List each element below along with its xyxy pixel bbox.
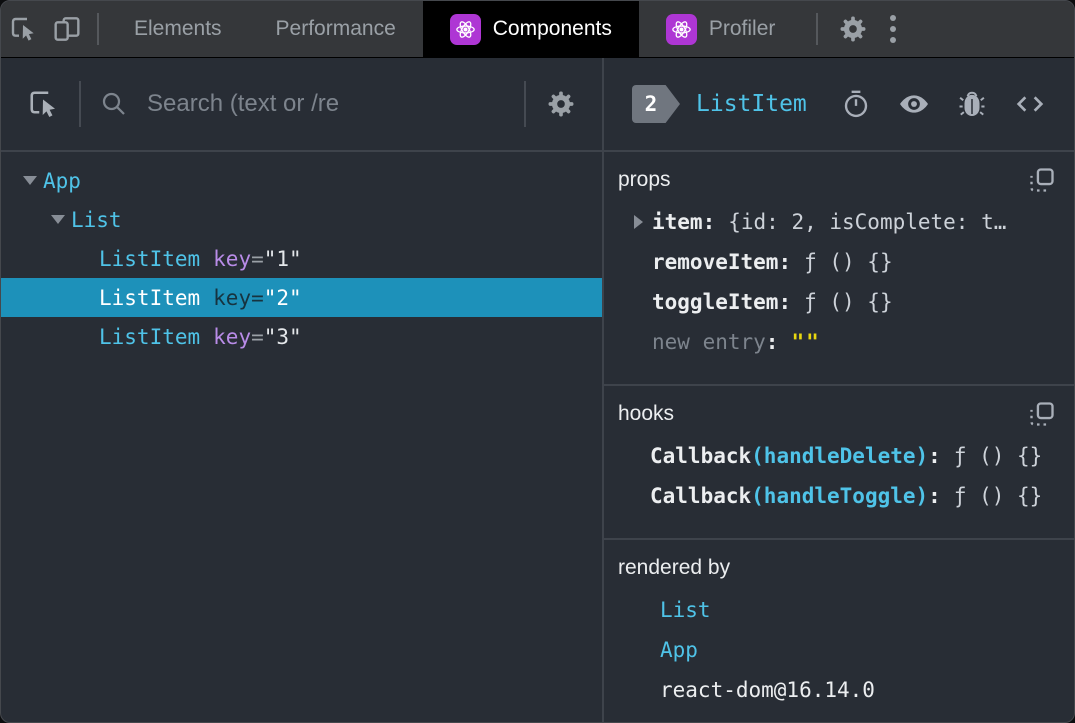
hook-arg: (handleToggle) [751, 484, 929, 508]
device-toolbar-icon[interactable] [45, 1, 89, 57]
tree-settings-gear-icon[interactable] [544, 87, 578, 121]
tab-components[interactable]: Components [422, 1, 639, 57]
search-box [99, 89, 506, 119]
owner-link[interactable]: List [660, 598, 711, 622]
colon: : [702, 210, 716, 234]
hooks-section-title: hooks [618, 402, 675, 425]
inspect-element-icon[interactable] [1, 1, 45, 57]
tab-label: Components [492, 17, 612, 40]
copy-props-icon[interactable] [1028, 166, 1056, 194]
inspected-element-header: 2 ListItem [604, 58, 1074, 152]
key-attr-name: key [213, 285, 252, 310]
component-name: App [43, 168, 81, 193]
tab-label: Performance [275, 17, 396, 40]
toolbar-separator [816, 13, 819, 45]
equals-sign: = [251, 324, 264, 349]
key-attr-name: key [213, 246, 252, 271]
devtools-tab-bar: Elements Performance Components Profiler [1, 1, 1074, 58]
hook-name: Callback [650, 444, 752, 468]
tab-label: Profiler [708, 17, 776, 40]
tree-row-app[interactable]: App [1, 161, 602, 200]
component-name: List [71, 207, 122, 232]
expand-arrow-icon[interactable] [624, 215, 652, 229]
selected-component-title: ListItem [696, 91, 807, 117]
toolbar-separator [524, 81, 526, 127]
rendered-by-section: rendered by List App react-dom@16.14.0 [604, 540, 1074, 722]
tree-row-list[interactable]: List [1, 200, 602, 239]
tree-row-listitem-3[interactable]: ListItem key = "3" [1, 317, 602, 356]
copy-hooks-icon[interactable] [1028, 400, 1056, 428]
hook-name: Callback [650, 484, 752, 508]
hook-value: ƒ () {} [953, 444, 1043, 468]
prop-row-item[interactable]: item: {id: 2, isComplete: t… [604, 202, 1074, 242]
collapse-caret-icon[interactable] [45, 215, 71, 224]
new-entry-key-input[interactable]: new entry [652, 330, 766, 354]
new-entry-value-input[interactable]: "" [791, 330, 820, 354]
search-input[interactable] [147, 90, 506, 118]
rendered-by-title: rendered by [618, 556, 731, 579]
prop-row-toggleitem[interactable]: toggleItem: ƒ () {} [604, 282, 1074, 322]
suspend-stopwatch-icon[interactable] [841, 89, 871, 119]
toolbar-separator [97, 13, 99, 45]
key-attr-value: "3" [263, 324, 302, 349]
props-section: props item: {id: 2, isComplete: t… remov… [604, 152, 1074, 386]
hooks-section: hooks Callback (handleDelete): ƒ () {} Ca… [604, 386, 1074, 540]
settings-gear-icon[interactable] [826, 12, 880, 46]
prop-row-removeitem[interactable]: removeItem: ƒ () {} [604, 242, 1074, 282]
colon: : [928, 484, 941, 508]
rendered-by-list[interactable]: List [604, 590, 1074, 630]
prop-value: ƒ () {} [804, 250, 893, 274]
view-source-code-icon[interactable] [1014, 88, 1046, 120]
hook-value: ƒ () {} [953, 484, 1043, 508]
hook-row-handledelete[interactable]: Callback (handleDelete): ƒ () {} [604, 436, 1074, 476]
equals-sign: = [251, 246, 264, 271]
tree-row-listitem-2-selected[interactable]: ListItem key = "2" [1, 278, 602, 317]
prop-key: removeItem [652, 250, 779, 274]
prop-key: item [652, 210, 703, 234]
react-devtools-window: Elements Performance Components Profiler… [0, 0, 1075, 723]
component-name: ListItem [99, 246, 201, 271]
tab-performance[interactable]: Performance [249, 1, 423, 57]
tree-toolbar [1, 58, 602, 152]
log-component-bug-icon[interactable] [957, 89, 987, 119]
prop-value: ƒ () {} [804, 290, 893, 314]
inspect-component-icon[interactable] [25, 86, 61, 122]
prop-value: {id: 2, isComplete: t… [728, 210, 1007, 234]
components-panel: App List ListItem key="1" ListItem key="… [1, 58, 1074, 722]
tree-row-listitem-1[interactable]: ListItem key = "1" [1, 239, 602, 278]
component-tree: App List ListItem key = "1" ListItem key = "… [1, 152, 602, 356]
inspected-element-panel: 2 ListItem props item: {id: 2, isComple… [604, 58, 1074, 722]
component-name: ListItem [99, 324, 201, 349]
rendered-by-app[interactable]: App [604, 630, 1074, 670]
tab-profiler[interactable]: Profiler [639, 1, 803, 57]
inspect-dom-eye-icon[interactable] [898, 88, 930, 120]
component-tree-panel: App List ListItem key="1" ListItem key="… [1, 58, 604, 722]
owners-stack-badge[interactable]: 2 [632, 85, 680, 123]
collapse-caret-icon[interactable] [17, 176, 43, 185]
prop-row-new-entry[interactable]: new entry: "" [604, 322, 1074, 362]
toolbar-separator [79, 81, 81, 127]
colon: : [928, 444, 941, 468]
key-attr-value: "2" [263, 285, 302, 310]
key-attr-value: "1" [263, 246, 302, 271]
react-atom-icon [665, 13, 697, 45]
tab-elements[interactable]: Elements [107, 1, 249, 57]
colon: : [778, 290, 792, 314]
renderer-version: react-dom@16.14.0 [660, 678, 875, 702]
rendered-by-react-dom: react-dom@16.14.0 [604, 670, 1074, 710]
component-name: ListItem [99, 285, 201, 310]
search-icon [102, 92, 125, 115]
tab-label: Elements [134, 17, 222, 40]
more-menu-icon[interactable] [880, 15, 920, 43]
react-atom-icon [449, 13, 481, 45]
owner-link[interactable]: App [660, 638, 698, 662]
hook-row-handletoggle[interactable]: Callback (handleToggle): ƒ () {} [604, 476, 1074, 516]
props-section-title: props [618, 168, 671, 191]
colon: : [778, 250, 792, 274]
prop-key: toggleItem [652, 290, 779, 314]
equals-sign: = [251, 285, 264, 310]
colon: : [765, 330, 779, 354]
hook-arg: (handleDelete) [751, 444, 929, 468]
key-attr-name: key [213, 324, 252, 349]
